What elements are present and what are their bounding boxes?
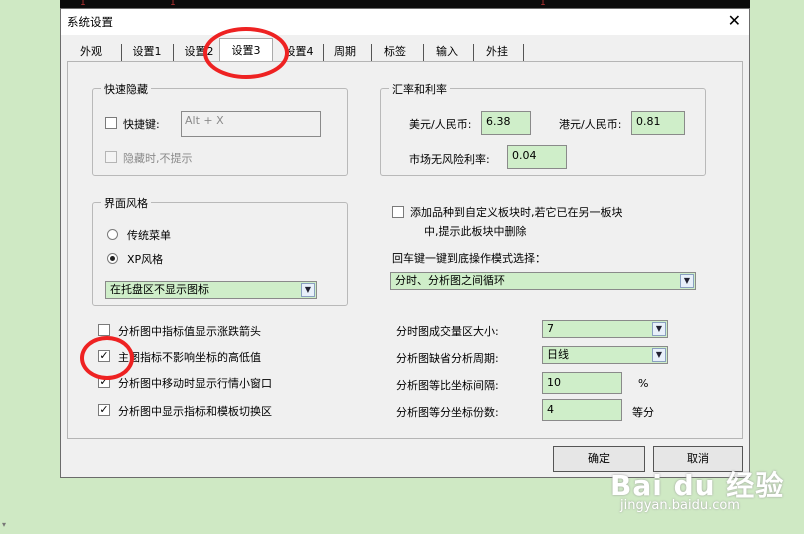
tab-plugins[interactable]: 外挂: [477, 41, 517, 63]
default-period-label: 分析图缺省分析周期:: [396, 352, 499, 365]
add-block-label-line2: 中,提示此板块中删除: [424, 225, 527, 238]
tab-settings4[interactable]: 设置4: [277, 41, 321, 63]
tab-period[interactable]: 周期: [327, 41, 363, 63]
settings3-panel: 快速隐藏 快捷键: Alt + X 隐藏时,不提示 汇率和利率 美元/人民币: …: [67, 61, 743, 439]
enter-mode-select[interactable]: 分时、分析图之间循环 ▼: [390, 272, 696, 290]
usd-label: 美元/人民币:: [409, 118, 472, 131]
chevron-down-icon[interactable]: ▼: [301, 283, 315, 297]
tray-icon-select[interactable]: 在托盘区不显示图标 ▼: [105, 281, 317, 299]
chevron-down-icon[interactable]: ▼: [652, 348, 666, 362]
classic-menu-label: 传统菜单: [127, 229, 171, 242]
hide-no-prompt-label: 隐藏时,不提示: [123, 152, 193, 165]
hkd-rate-input[interactable]: 0.81: [631, 111, 685, 135]
template-switch-label: 分析图中显示指标和模板切换区: [118, 405, 272, 418]
hotkey-input[interactable]: Alt + X: [181, 111, 321, 137]
baidu-watermark: Bai du 经验 jingyan.baidu.com: [610, 464, 784, 513]
close-icon[interactable]: ✕: [728, 11, 741, 30]
ratio-unit: %: [638, 377, 649, 390]
rates-legend: 汇率和利率: [389, 81, 450, 97]
divisions-input[interactable]: 4: [542, 399, 622, 421]
xp-style-label: XP风格: [127, 253, 164, 266]
hotkey-checkbox[interactable]: [105, 117, 117, 129]
tray-icon-value: 在托盘区不显示图标: [110, 283, 209, 296]
tab-settings1[interactable]: 设置1: [125, 41, 169, 63]
quick-hide-group: 快速隐藏 快捷键: Alt + X 隐藏时,不提示: [92, 81, 348, 176]
corner-mark: ▾: [2, 520, 7, 529]
xp-style-radio[interactable]: [107, 253, 118, 264]
watermark-url: jingyan.baidu.com: [620, 498, 740, 513]
chevron-down-icon[interactable]: ▼: [680, 274, 694, 288]
rates-group: 汇率和利率 美元/人民币: 6.38 港元/人民币: 0.81 市场无风险利率:…: [380, 81, 706, 176]
hkd-label: 港元/人民币:: [559, 118, 622, 131]
quote-window-label: 分析图中移动时显示行情小窗口: [118, 377, 272, 390]
volume-size-select[interactable]: 7 ▼: [542, 320, 668, 338]
riskfree-label: 市场无风险利率:: [409, 153, 490, 166]
indicator-arrow-label: 分析图中指标值显示涨跌箭头: [118, 325, 261, 338]
chevron-down-icon[interactable]: ▼: [652, 322, 666, 336]
indicator-arrow-checkbox[interactable]: [98, 324, 110, 336]
tab-separator: [173, 44, 174, 61]
settings-dialog: 系统设置 ✕ 外观 设置1 设置2 设置3 设置4 周期 标签 输入 外挂 快速…: [60, 8, 750, 478]
hide-no-prompt-checkbox[interactable]: [105, 151, 117, 163]
ui-style-legend: 界面风格: [101, 195, 151, 211]
tab-strip: 外观 设置1 设置2 设置3 设置4 周期 标签 输入 外挂: [61, 38, 749, 65]
add-block-checkbox[interactable]: [392, 206, 404, 218]
ratio-interval-label: 分析图等比坐标间隔:: [396, 379, 499, 392]
hotkey-value: Alt + X: [185, 114, 224, 127]
volume-size-value: 7: [547, 322, 554, 335]
tab-appearance[interactable]: 外观: [69, 41, 113, 63]
template-switch-checkbox[interactable]: ✓: [98, 404, 110, 416]
divisions-label: 分析图等分坐标份数:: [396, 406, 499, 419]
tab-separator: [473, 44, 474, 61]
enter-mode-value: 分时、分析图之间循环: [395, 274, 505, 287]
riskfree-rate-input[interactable]: 0.04: [507, 145, 567, 169]
ratio-interval-input[interactable]: 10: [542, 372, 622, 394]
default-period-value: 日线: [547, 348, 569, 361]
tab-separator: [523, 44, 524, 61]
volume-size-label: 分时图成交量区大小:: [396, 325, 499, 338]
tab-settings2[interactable]: 设置2: [177, 41, 221, 63]
tab-labels[interactable]: 标签: [375, 41, 415, 63]
tab-input[interactable]: 输入: [427, 41, 467, 63]
tab-separator: [323, 44, 324, 61]
usd-rate-input[interactable]: 6.38: [481, 111, 531, 135]
window-title: 系统设置: [67, 15, 113, 29]
divisions-unit: 等分: [632, 406, 654, 419]
main-indicator-label: 主图指标不影响坐标的高低值: [118, 351, 261, 364]
classic-menu-radio[interactable]: [107, 229, 118, 240]
main-indicator-checkbox[interactable]: ✓: [98, 350, 110, 362]
tab-separator: [371, 44, 372, 61]
default-period-select[interactable]: 日线 ▼: [542, 346, 668, 364]
add-block-label-line1: 添加品种到自定义板块时,若它已在另一板块: [410, 206, 623, 219]
tab-separator: [423, 44, 424, 61]
quote-window-checkbox[interactable]: ✓: [98, 376, 110, 388]
enter-mode-label: 回车键一键到底操作模式选择：: [392, 252, 546, 265]
hotkey-label: 快捷键:: [123, 118, 160, 131]
tab-separator: [121, 44, 122, 61]
title-bar: 系统设置 ✕: [61, 9, 749, 35]
quick-hide-legend: 快速隐藏: [101, 81, 151, 97]
ui-style-group: 界面风格 传统菜单 XP风格 在托盘区不显示图标 ▼: [92, 195, 348, 306]
